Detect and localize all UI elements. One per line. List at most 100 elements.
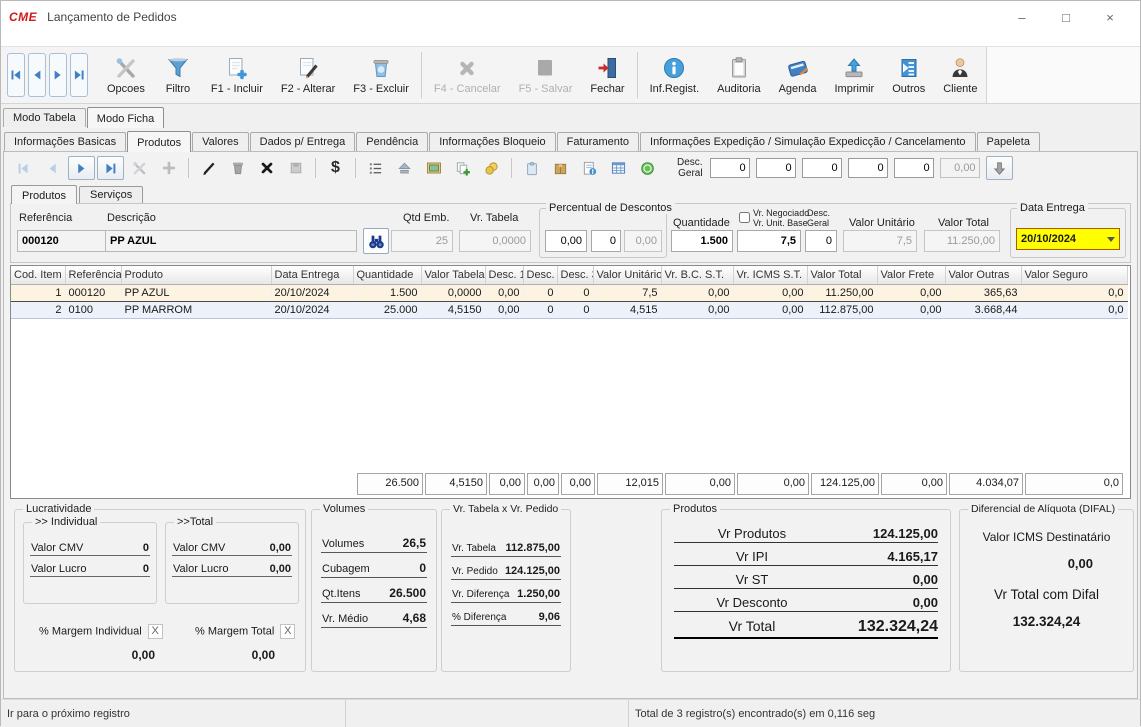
auditoria-button[interactable]: Auditoria — [708, 53, 769, 98]
referencia-field[interactable] — [17, 230, 107, 252]
first-record-button[interactable] — [7, 53, 25, 97]
tab-produtos[interactable]: Produtos — [127, 131, 191, 152]
item-package-button[interactable] — [547, 156, 574, 180]
item-first-button — [10, 156, 37, 180]
desconto1-field[interactable] — [545, 230, 587, 252]
col-header[interactable]: Referência — [65, 266, 121, 284]
tools-icon — [113, 56, 139, 80]
item-table-button[interactable] — [605, 156, 632, 180]
margem-individual-clear-button[interactable]: X — [148, 624, 163, 639]
produtos-panel: $ Desc. Geral Produtos Serviços Referênc… — [3, 151, 1138, 699]
margem-individual-value: 0,00 — [55, 648, 155, 662]
tab-modo-ficha[interactable]: Modo Ficha — [87, 107, 164, 128]
col-header[interactable]: Valor Total — [807, 266, 877, 284]
desconto2-field[interactable] — [591, 230, 621, 252]
col-header[interactable]: Desc. 2 — [523, 266, 557, 284]
next-record-button[interactable] — [49, 53, 67, 97]
margem-total-row: % Margem TotalX — [195, 624, 295, 639]
outros-button[interactable]: Outros — [883, 53, 934, 98]
search-button[interactable] — [363, 228, 389, 254]
volumes-label: Volumes — [322, 538, 364, 550]
f3-excluir-button[interactable]: F3 - Excluir — [344, 53, 418, 98]
col-header[interactable]: Desc. 1 — [485, 266, 523, 284]
cliente-button[interactable]: Cliente — [934, 53, 986, 98]
inf-regist-button[interactable]: Inf.Regist. — [641, 53, 709, 98]
tab-valores[interactable]: Valores — [192, 132, 248, 151]
item-trash-button[interactable] — [224, 156, 251, 180]
clipboard-icon — [726, 56, 752, 80]
item-next-button[interactable] — [68, 156, 95, 180]
previous-record-button[interactable] — [28, 53, 46, 97]
item-clipboard-button[interactable] — [518, 156, 545, 180]
col-header[interactable]: Valor Outras — [945, 266, 1021, 284]
tab-modo-tabela[interactable]: Modo Tabela — [3, 108, 86, 127]
lucratividade-total-group: >>Total Valor CMV 0,00 Valor Lucro 0,00 — [165, 522, 299, 604]
item-numbered-list-button[interactable] — [362, 156, 389, 180]
col-header[interactable]: Valor Seguro — [1021, 266, 1127, 284]
item-delete-button[interactable] — [253, 156, 280, 180]
filtro-button[interactable]: Filtro — [154, 53, 202, 98]
apply-desc-button[interactable] — [986, 156, 1013, 180]
col-header[interactable]: Desc. 3 — [557, 266, 593, 284]
col-header[interactable]: Data Entrega — [271, 266, 353, 284]
data-entrega-combo[interactable]: 20/10/2024 — [1016, 228, 1120, 250]
col-header[interactable]: Quantidade — [353, 266, 421, 284]
item-photo-button[interactable] — [420, 156, 447, 180]
delete-x-icon — [260, 161, 274, 175]
grid-row-2[interactable]: 2 0100 PP MARROM 20/10/2024 25.000 4,515… — [11, 301, 1127, 318]
tab-informacoes-expedicao[interactable]: Informações Expedição / Simulação Expedi… — [640, 132, 976, 151]
vr-negociado-checkbox[interactable] — [739, 212, 750, 223]
last-record-button[interactable] — [70, 53, 88, 97]
imprimir-button[interactable]: Imprimir — [826, 53, 884, 98]
save-floppy-icon — [289, 161, 303, 175]
f1-incluir-button[interactable]: F1 - Incluir — [202, 53, 272, 98]
tab-item-servicos[interactable]: Serviços — [79, 186, 143, 203]
col-header[interactable]: Vr. ICMS S.T. — [733, 266, 807, 284]
item-coins-button[interactable] — [478, 156, 505, 180]
tab-informacoes-bloqueio[interactable]: Informações Bloqueio — [429, 132, 555, 151]
col-header[interactable]: Cod. Item — [11, 266, 65, 284]
tab-faturamento[interactable]: Faturamento — [557, 132, 639, 151]
grid-row-1[interactable]: 1 000120 PP AZUL 20/10/2024 1.500 0,0000… — [11, 284, 1127, 301]
tab-item-produtos[interactable]: Produtos — [11, 185, 77, 204]
tab-informacoes-basicas[interactable]: Informações Basicas — [4, 132, 126, 151]
tab-papeleta[interactable]: Papeleta — [977, 132, 1040, 151]
f2-alterar-button[interactable]: F2 - Alterar — [272, 53, 344, 98]
quantidade-field[interactable] — [671, 230, 733, 252]
item-price-button[interactable]: $ — [322, 156, 349, 180]
desc-geral-input-4[interactable] — [848, 158, 888, 178]
item-money-button[interactable] — [634, 156, 661, 180]
desc-geral-input-1[interactable] — [710, 158, 750, 178]
minimize-icon[interactable]: – — [1000, 10, 1044, 25]
col-header[interactable]: Valor Tabela — [421, 266, 485, 284]
vr-negociado-field[interactable] — [737, 230, 801, 252]
fechar-button[interactable]: Fechar — [581, 53, 633, 98]
item-document-info-button[interactable] — [576, 156, 603, 180]
col-header[interactable]: Valor Frete — [877, 266, 945, 284]
volumes-value: 26,5 — [403, 536, 426, 550]
maximize-icon[interactable]: □ — [1044, 10, 1088, 25]
desc-geral-input-2[interactable] — [756, 158, 796, 178]
close-icon[interactable]: × — [1088, 10, 1132, 25]
col-header[interactable]: Produto — [121, 266, 271, 284]
item-send-up-button[interactable] — [391, 156, 418, 180]
col-header[interactable]: Vr. B.C. S.T. — [661, 266, 733, 284]
desc-geral-input-3[interactable] — [802, 158, 842, 178]
tab-pendencia[interactable]: Pendência — [356, 132, 428, 151]
item-last-button[interactable] — [97, 156, 124, 180]
tab-dados-entrega[interactable]: Dados p/ Entrega — [250, 132, 356, 151]
percentual-descontos-label: Percentual de Descontos — [546, 202, 675, 214]
valor-lucro-total-label: Valor Lucro — [173, 563, 228, 575]
descricao-field[interactable] — [105, 230, 357, 252]
agenda-button[interactable]: Agenda — [770, 53, 826, 98]
item-copy-add-button[interactable] — [449, 156, 476, 180]
opcoes-button[interactable]: Opcoes — [98, 53, 154, 98]
desc-geral-input-5[interactable] — [894, 158, 934, 178]
desc-geral-form-field[interactable] — [805, 230, 837, 252]
item-edit-button[interactable] — [195, 156, 222, 180]
summary-panels: Lucratividade >> Individual Valor CMV 0 … — [4, 505, 1137, 680]
add-icon — [162, 161, 176, 175]
col-header[interactable]: Valor Unitário — [593, 266, 661, 284]
margem-total-clear-button[interactable]: X — [280, 624, 295, 639]
window-title: Lançamento de Pedidos — [47, 10, 1000, 24]
